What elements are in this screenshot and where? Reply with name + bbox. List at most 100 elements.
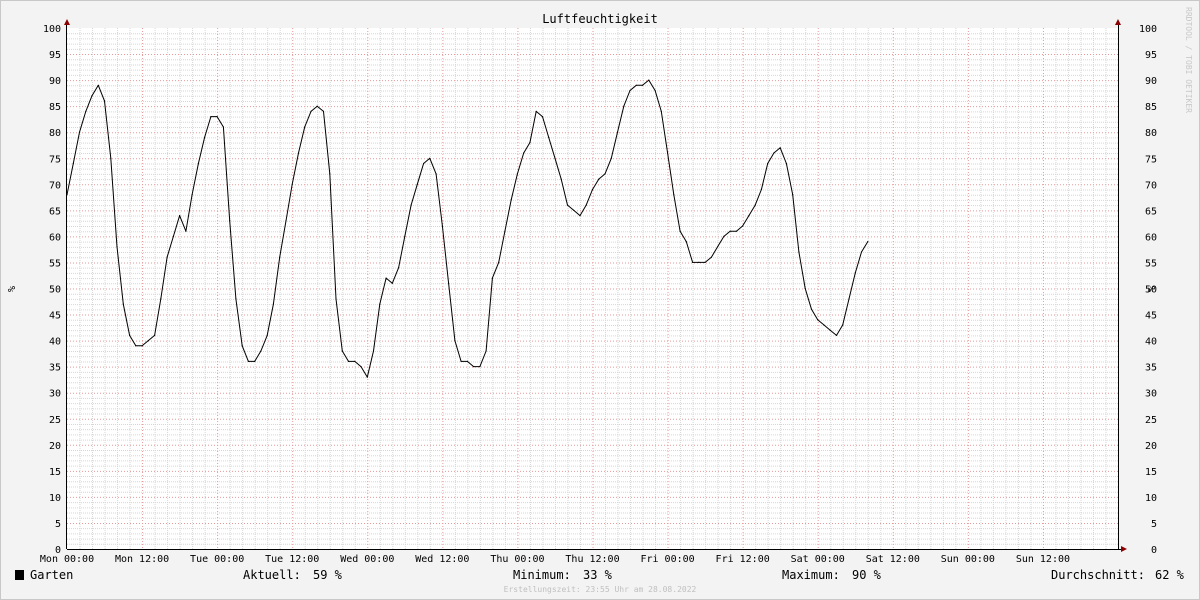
data-point	[667, 152, 669, 154]
data-point	[792, 194, 794, 196]
data-point	[78, 131, 81, 133]
stat-min-value: 33 %	[583, 568, 613, 582]
y-tick-label: 25	[49, 415, 61, 426]
footer-timestamp: Erstellungszeit: 23:55 Uhr am 28.08.2022	[504, 585, 697, 594]
data-point	[785, 162, 788, 165]
y-tick-label: 95	[49, 50, 61, 61]
data-point	[698, 261, 700, 263]
data-point	[385, 277, 387, 279]
y-axis-label-right: %	[1145, 286, 1156, 292]
data-point	[322, 110, 325, 112]
y-tick-label: 60	[49, 232, 61, 243]
x-tick-label: Fri 12:00	[716, 554, 770, 565]
data-point	[673, 194, 675, 196]
data-point	[704, 261, 706, 263]
data-point	[660, 110, 662, 112]
data-point	[429, 157, 431, 159]
x-tick-label: Mon 00:00	[40, 554, 94, 565]
data-point	[729, 230, 731, 232]
data-point	[616, 131, 619, 133]
data-point	[72, 162, 74, 165]
data-point	[141, 345, 143, 347]
data-point	[247, 360, 249, 362]
data-point	[473, 366, 475, 368]
y-tick-label-right: 75	[1145, 154, 1157, 165]
data-point	[297, 152, 300, 154]
x-tick-label: Sun 12:00	[1016, 554, 1070, 565]
data-point	[222, 126, 224, 128]
data-point	[560, 178, 562, 180]
data-point	[579, 215, 581, 217]
data-point	[216, 116, 218, 118]
y-tick-label: 30	[49, 389, 61, 400]
data-point	[598, 178, 600, 180]
data-point	[285, 220, 287, 222]
y-tick-label-right: 85	[1145, 102, 1157, 113]
data-point	[485, 350, 487, 352]
data-point	[241, 345, 243, 347]
data-point	[604, 173, 606, 175]
y-tick-label-right: 80	[1145, 128, 1157, 139]
y-tick-label-right: 60	[1145, 232, 1157, 243]
data-point	[679, 230, 681, 232]
x-tick-label: Sat 12:00	[866, 554, 920, 565]
y-axis-label: %	[5, 286, 16, 292]
data-point	[254, 360, 256, 362]
data-point	[272, 303, 274, 305]
data-point	[398, 267, 400, 269]
data-point	[835, 334, 838, 336]
data-point	[692, 261, 694, 263]
data-point	[179, 215, 181, 217]
y-tick-label-right: 100	[1139, 24, 1157, 35]
data-point	[103, 100, 106, 102]
data-point	[810, 308, 813, 310]
data-point	[154, 334, 156, 336]
data-point	[829, 329, 831, 331]
data-point	[448, 282, 450, 284]
data-point	[379, 303, 381, 305]
y-tick-label: 15	[49, 467, 61, 478]
data-point	[854, 272, 856, 274]
x-tick-label: Wed 12:00	[415, 554, 469, 565]
y-tick-label-right: 25	[1145, 415, 1157, 426]
y-tick-label-right: 15	[1145, 467, 1157, 478]
data-point	[529, 142, 531, 144]
data-point	[491, 277, 493, 279]
data-point	[441, 225, 443, 227]
y-tick-label-right: 55	[1145, 258, 1157, 269]
data-point	[347, 360, 350, 362]
x-tick-label: Thu 00:00	[490, 554, 544, 565]
data-point	[185, 230, 187, 232]
data-point	[172, 235, 174, 237]
data-point	[735, 230, 738, 232]
data-point	[779, 147, 781, 149]
y-tick-label: 90	[49, 76, 61, 87]
y-tick-label-right: 10	[1145, 493, 1157, 504]
data-point	[754, 204, 756, 206]
data-point	[541, 116, 544, 118]
x-tick-label: Wed 00:00	[340, 554, 394, 565]
y-tick-label: 10	[49, 493, 61, 504]
data-point	[335, 298, 337, 300]
data-point	[229, 220, 231, 222]
data-point	[85, 110, 87, 112]
data-point	[554, 157, 556, 159]
data-point	[460, 360, 462, 362]
data-point	[110, 157, 112, 159]
y-tick-label-right: 0	[1151, 545, 1157, 556]
y-tick-label: 55	[49, 258, 61, 269]
data-point	[498, 261, 500, 263]
data-point	[585, 204, 587, 206]
legend-swatch-garten	[15, 570, 24, 580]
data-point	[235, 298, 237, 300]
data-point	[129, 334, 131, 336]
watermark: RRDTOOL / TOBI OETIKER	[1184, 7, 1193, 113]
data-point	[516, 173, 519, 175]
y-tick-label: 65	[49, 206, 61, 217]
data-point	[710, 256, 713, 258]
data-point	[410, 204, 412, 206]
y-tick-label: 70	[49, 180, 61, 191]
y-tick-label: 45	[49, 311, 61, 322]
data-point	[279, 256, 281, 258]
data-point	[717, 246, 719, 248]
